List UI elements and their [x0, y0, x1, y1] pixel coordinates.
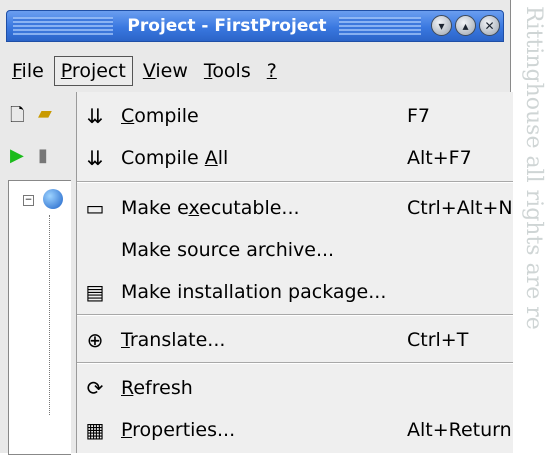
menu-separator	[77, 362, 513, 364]
menu-project[interactable]: Project	[53, 56, 133, 86]
properties-icon: ▦	[85, 418, 105, 442]
menu-view[interactable]: View	[137, 57, 194, 85]
menu-item-make-installation-package[interactable]: ▤ Make installation package...	[77, 272, 513, 312]
minimize-icon[interactable]: ▾	[431, 15, 452, 36]
project-window: Project - FirstProject ▾ ▴ ✕ File Projec…	[0, 0, 513, 455]
menu-file[interactable]: File	[6, 57, 50, 85]
window-title: Project - FirstProject	[127, 16, 327, 36]
menu-item-compile[interactable]: ⇊ Compile F7	[77, 96, 513, 136]
window-icon: ▭	[85, 196, 105, 220]
menu-separator	[77, 181, 513, 183]
menu-item-translate[interactable]: ⊕ Translate... Ctrl+T	[77, 320, 513, 360]
window-controls: ▾ ▴ ✕	[431, 15, 500, 36]
title-bar[interactable]: Project - FirstProject ▾ ▴ ✕	[6, 10, 504, 42]
pause-icon[interactable]: ▮	[38, 145, 48, 166]
label-make-installation-package: Make installation package...	[121, 281, 387, 303]
tree-collapse-icon[interactable]: −	[23, 195, 34, 206]
new-file-icon[interactable]: 🗋	[10, 103, 24, 133]
tree-line	[49, 215, 50, 415]
translate-icon: ⊕	[86, 328, 104, 352]
open-folder-icon[interactable]: ▰	[38, 103, 52, 124]
title-stripes-left	[13, 17, 113, 35]
run-icon[interactable]: ▶	[10, 145, 24, 166]
project-menu-dropdown: ⇊ Compile F7 ⇊ Compile All Alt+F7 ▭ Make…	[76, 92, 513, 453]
project-globe-icon	[43, 189, 63, 209]
menu-help[interactable]: ?	[261, 57, 283, 85]
compile-all-icon: ⇊	[86, 146, 104, 170]
label-make-source-archive: Make source archive...	[121, 239, 335, 261]
shortcut-make-executable: Ctrl+Alt+N	[407, 197, 513, 219]
menu-item-make-executable[interactable]: ▭ Make executable... Ctrl+Alt+N	[77, 188, 513, 228]
menu-item-refresh[interactable]: ⟳ Refresh	[77, 368, 513, 408]
maximize-icon[interactable]: ▴	[455, 15, 476, 36]
menu-separator	[77, 314, 513, 316]
shortcut-properties: Alt+Return	[407, 419, 512, 441]
compile-icon: ⇊	[86, 104, 104, 128]
menu-item-make-source-archive[interactable]: Make source archive...	[77, 230, 513, 270]
menu-item-properties[interactable]: ▦ Properties... Alt+Return	[77, 410, 513, 450]
project-tree[interactable]: −	[8, 180, 71, 455]
package-icon: ▤	[85, 280, 105, 304]
menu-item-compile-all[interactable]: ⇊ Compile All Alt+F7	[77, 138, 513, 178]
close-icon[interactable]: ✕	[479, 15, 500, 36]
title-stripes-right	[339, 17, 421, 35]
menu-bar: File Project View Tools ?	[6, 54, 287, 88]
refresh-icon: ⟳	[86, 376, 104, 400]
menu-tools[interactable]: Tools	[198, 57, 257, 85]
shortcut-compile: F7	[407, 105, 431, 127]
shortcut-translate: Ctrl+T	[407, 329, 469, 351]
watermark-text: Rittinghouse all rights are re	[521, 6, 546, 330]
shortcut-compile-all: Alt+F7	[407, 147, 472, 169]
